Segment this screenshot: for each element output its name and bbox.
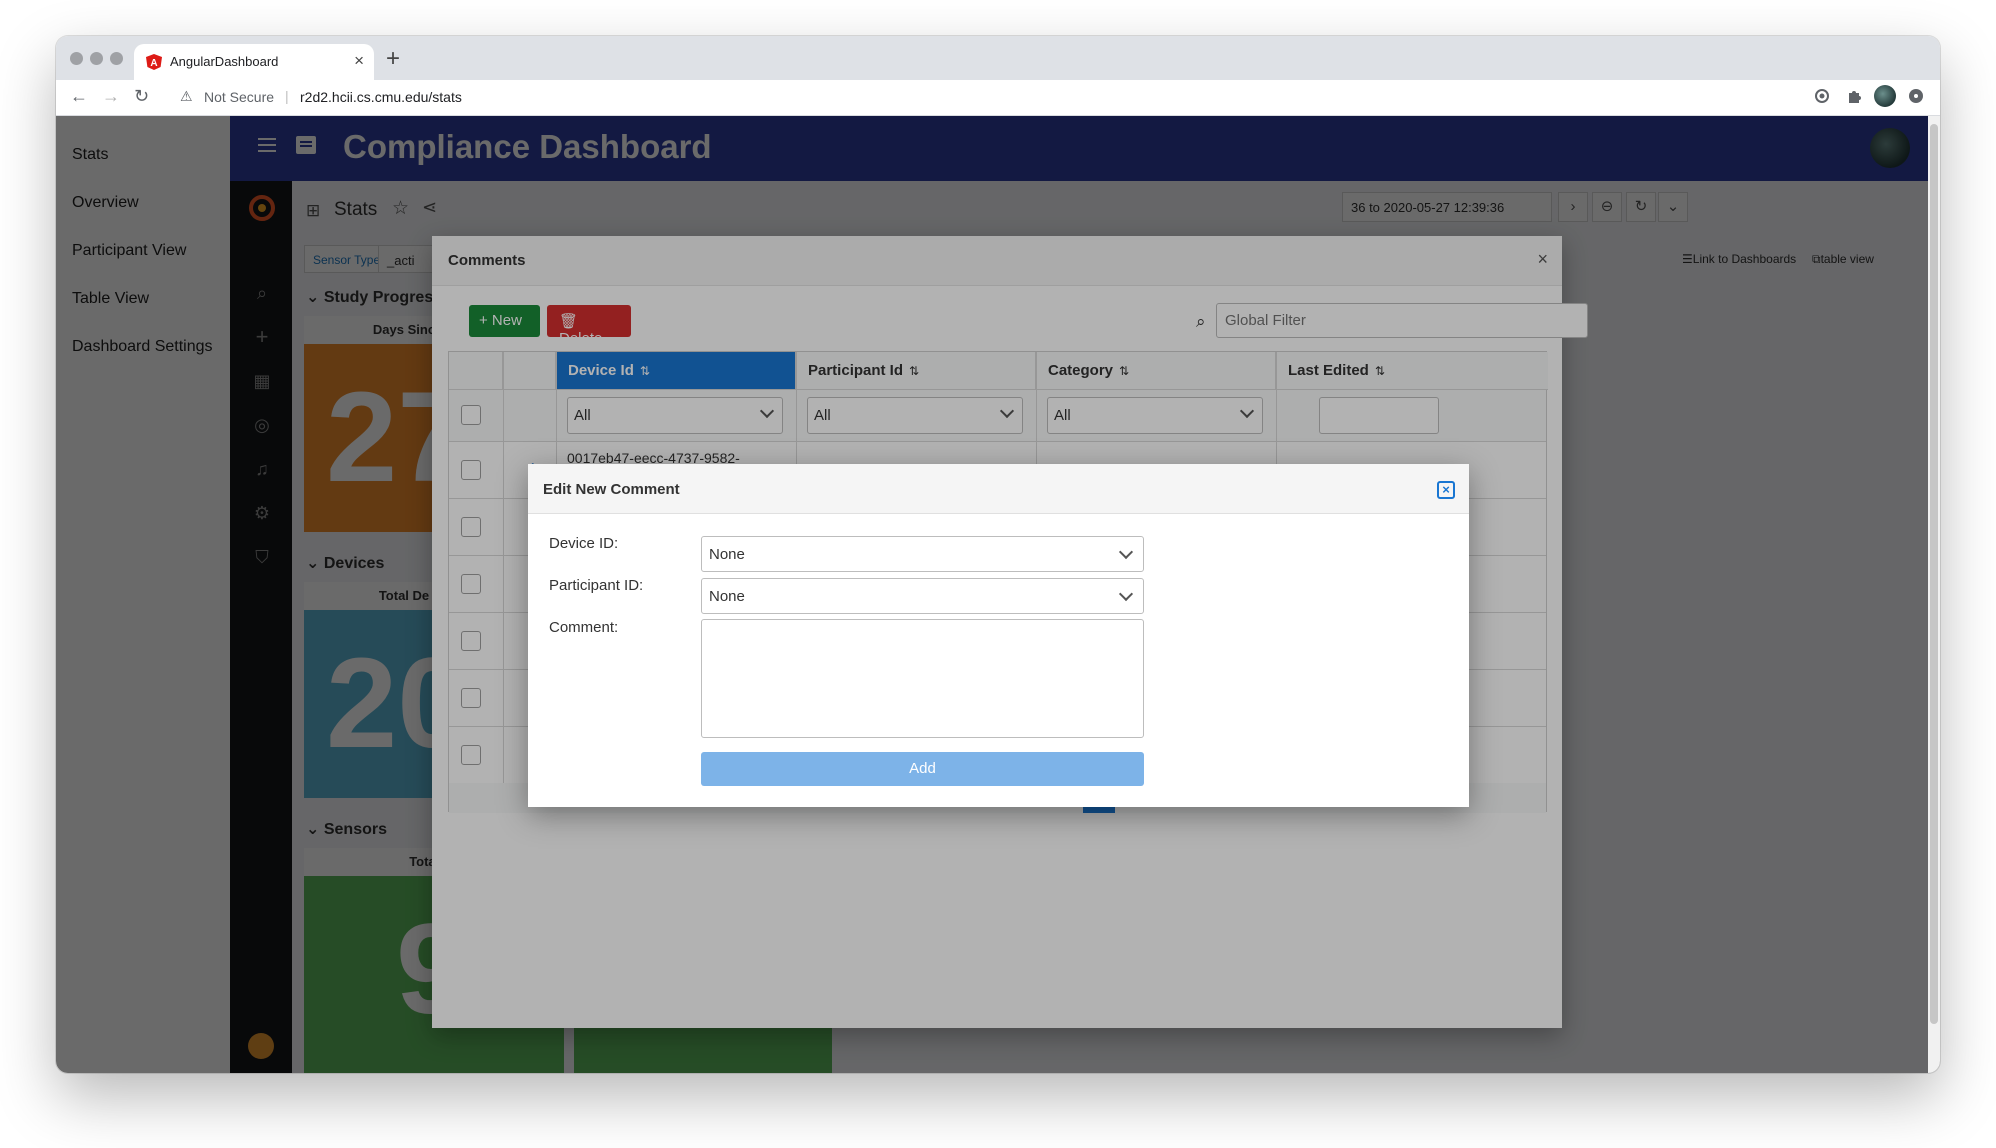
select-value: None [709, 588, 745, 605]
close-tab-icon[interactable]: × [354, 51, 364, 71]
new-tab-button[interactable]: + [386, 45, 400, 73]
url-separator: | [285, 88, 289, 104]
angular-logo-icon: A [146, 54, 162, 70]
edit-comment-dialog: Edit New Comment × Device ID: None Parti… [528, 464, 1469, 807]
comment-textarea[interactable] [701, 619, 1144, 738]
select-value: None [709, 546, 745, 563]
scrollbar-thumb[interactable] [1930, 124, 1938, 1024]
page-scrollbar[interactable] [1928, 116, 1940, 1073]
tab-strip: A AngularDashboard × + [56, 36, 1940, 80]
tab-title: AngularDashboard [170, 54, 279, 69]
puzzle-icon[interactable] [1846, 88, 1862, 104]
maximize-window-button[interactable] [110, 52, 123, 65]
participant-id-label: Participant ID: [549, 577, 644, 594]
address-bar-row: ← → ↻ ⚠ Not Secure | r2d2.hcii.cs.cmu.ed… [56, 80, 1940, 116]
dialog-title: Edit New Comment [543, 481, 680, 498]
forward-icon[interactable]: → [102, 86, 120, 107]
extension-icon[interactable] [1814, 88, 1830, 104]
browser-tab[interactable]: A AngularDashboard × [134, 44, 374, 80]
warning-icon[interactable]: ⚠ [180, 88, 193, 105]
menu-dots-icon[interactable] [1908, 88, 1924, 104]
minimize-window-button[interactable] [90, 52, 103, 65]
comment-label: Comment: [549, 619, 619, 636]
chevron-down-icon [1118, 586, 1134, 602]
back-icon[interactable]: ← [70, 86, 88, 107]
reload-icon[interactable]: ↻ [134, 86, 149, 107]
close-window-button[interactable] [70, 52, 83, 65]
not-secure-label[interactable]: Not Secure [204, 89, 274, 105]
svg-text:A: A [150, 58, 157, 69]
device-id-label: Device ID: [549, 535, 619, 552]
url-bar[interactable]: ⚠ Not Secure | r2d2.hcii.cs.cmu.edu/stat… [168, 83, 1897, 112]
close-icon[interactable]: × [1437, 481, 1455, 499]
browser-window: A AngularDashboard × + ← → ↻ ⚠ Not Secur… [56, 36, 1940, 1073]
participant-id-select[interactable]: None [701, 578, 1144, 614]
device-id-select[interactable]: None [701, 536, 1144, 572]
url-text[interactable]: r2d2.hcii.cs.cmu.edu/stats [300, 89, 462, 105]
chevron-down-icon [1118, 544, 1134, 560]
add-comment-button[interactable]: Add [701, 752, 1144, 786]
page-content: Stats Overview Participant View Table Vi… [56, 116, 1940, 1073]
dialog-header: Edit New Comment × [528, 464, 1469, 514]
profile-avatar[interactable] [1874, 85, 1896, 107]
